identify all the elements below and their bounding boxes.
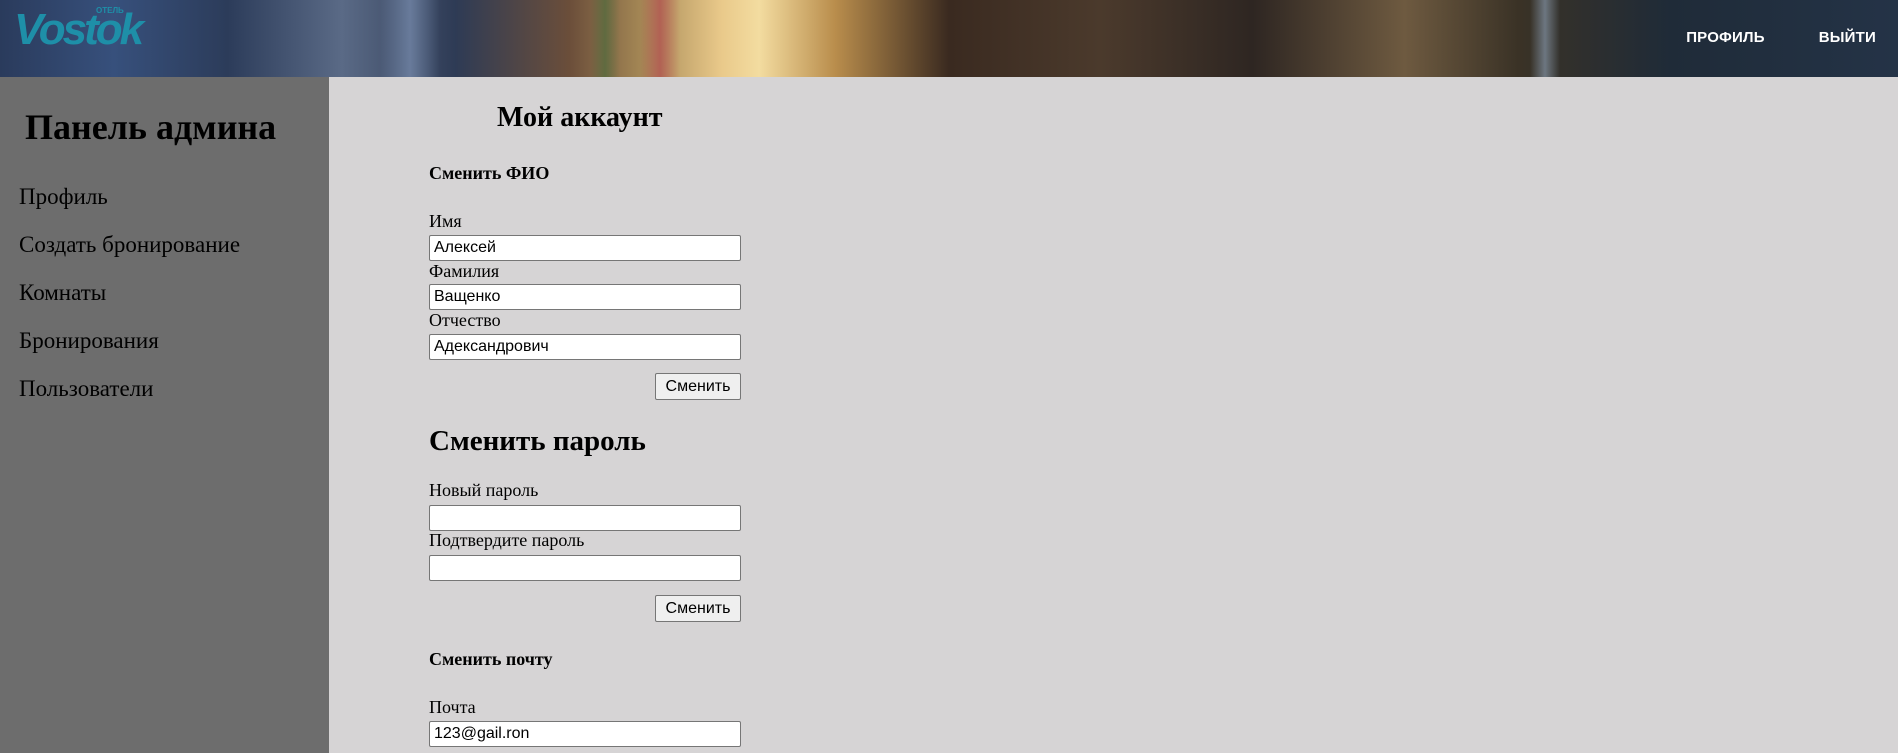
change-password-button[interactable]: Сменить — [655, 595, 741, 622]
sidebar-item-bookings[interactable]: Бронирования — [19, 328, 159, 354]
header-decor — [590, 0, 620, 77]
header-decor — [1530, 0, 1560, 77]
first-name-input[interactable] — [429, 235, 741, 261]
page-title: Мой аккаунт — [497, 102, 663, 133]
last-name-label: Фамилия — [429, 261, 500, 281]
site-header: Vostok ОТЕЛЬ ПРОФИЛЬ ВЫЙТИ — [0, 0, 1898, 77]
logo-subtitle: ОТЕЛЬ — [96, 6, 124, 15]
first-name-label: Имя — [429, 211, 462, 231]
new-password-input[interactable] — [429, 505, 741, 531]
last-name-input[interactable] — [429, 284, 741, 310]
email-input[interactable] — [429, 721, 741, 747]
sidebar-title: Панель админа — [25, 107, 277, 147]
change-fio-heading: Сменить ФИО — [429, 163, 550, 183]
email-label: Почта — [429, 697, 476, 717]
nav-profile-link[interactable]: ПРОФИЛЬ — [1686, 29, 1765, 46]
account-main: Мой аккаунт Сменить ФИО Имя Фамилия Отче… — [329, 77, 1898, 753]
header-decor — [640, 0, 680, 77]
confirm-password-input[interactable] — [429, 555, 741, 581]
change-email-heading: Сменить почту — [429, 649, 553, 669]
sidebar-item-create-booking[interactable]: Создать бронирование — [19, 232, 240, 258]
top-nav: ПРОФИЛЬ ВЫЙТИ — [1686, 29, 1876, 46]
change-password-heading: Сменить пароль — [429, 425, 646, 457]
header-decor — [380, 0, 440, 77]
change-fio-button[interactable]: Сменить — [655, 373, 741, 400]
patronymic-input[interactable] — [429, 334, 741, 360]
nav-logout-link[interactable]: ВЫЙТИ — [1819, 29, 1876, 46]
patronymic-label: Отчество — [429, 310, 501, 330]
sidebar-item-rooms[interactable]: Комнаты — [19, 280, 106, 306]
sidebar-item-users[interactable]: Пользователи — [19, 376, 153, 402]
admin-sidebar: Панель админа Профиль Создать бронирован… — [0, 77, 329, 753]
confirm-password-label: Подтвердите пароль — [429, 530, 585, 550]
new-password-label: Новый пароль — [429, 480, 539, 500]
hotel-logo[interactable]: Vostok ОТЕЛЬ — [14, 6, 144, 54]
sidebar-item-profile[interactable]: Профиль — [19, 184, 108, 210]
